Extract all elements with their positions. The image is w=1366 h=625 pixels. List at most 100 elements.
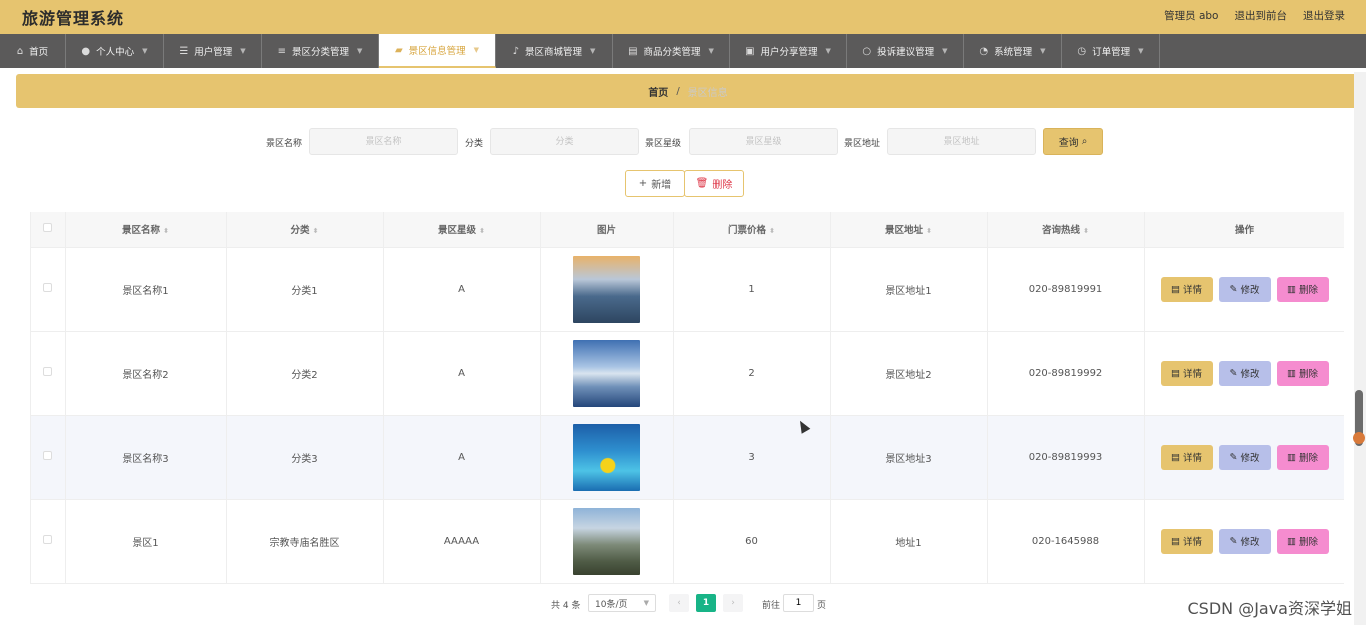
nav-user-share-label: 用户分享管理	[760, 47, 818, 58]
nav-user-manage[interactable]: ☰ 用户管理 ▼	[164, 34, 262, 68]
exit-to-front-link[interactable]: 退出到前台	[1235, 8, 1288, 23]
add-button[interactable]: + 新增	[625, 170, 685, 197]
edit-button[interactable]: ✎ 修改	[1218, 276, 1271, 302]
col-address[interactable]: 景区地址 ⬍	[830, 212, 988, 248]
delete-button-label: 删除	[1298, 285, 1318, 296]
nav-complaint[interactable]: ○ 投诉建议管理 ▼	[847, 34, 964, 68]
category-search-input[interactable]	[490, 128, 639, 155]
chevron-down-icon: ▼	[473, 46, 480, 54]
cell-actions: ▤ 详情 ✎ 修改 ▥ 删除	[1144, 499, 1344, 584]
scenic-thumbnail[interactable]	[573, 255, 640, 323]
row-checkbox[interactable]	[43, 535, 53, 544]
breadcrumb: 首页 / 景区信息	[16, 74, 1360, 108]
detail-button-label: 详情	[1182, 453, 1202, 464]
folder-icon: ▰	[394, 44, 403, 56]
scenic-thumbnail[interactable]	[573, 339, 640, 407]
col-phone[interactable]: 咨询热线 ⬍	[987, 212, 1145, 248]
chevron-down-icon: ▼	[1040, 47, 1046, 55]
prev-page-button[interactable]: ‹	[669, 594, 689, 612]
cell-name: 景区名称3	[65, 415, 227, 500]
edit-button[interactable]: ✎ 修改	[1218, 444, 1271, 470]
edit-button[interactable]: ✎ 修改	[1218, 528, 1271, 554]
query-button[interactable]: 查询 ⌕	[1043, 128, 1103, 155]
main-nav: ⌂ 首页 ● 个人中心 ▼ ☰ 用户管理 ▼ ≡ 景区分类管理 ▼ ▰ 景区信息…	[0, 34, 1366, 68]
nav-scenic-info[interactable]: ▰ 景区信息管理 ▼	[379, 34, 496, 68]
edit-button-label: 修改	[1240, 285, 1260, 296]
level-search-input[interactable]	[689, 128, 838, 155]
col-price[interactable]: 门票价格 ⬍	[673, 212, 831, 248]
table-row: 景区名称3 分类3 A 3 景区地址3 020-89819993 ▤ 详情 ✎ 修改…	[31, 415, 1344, 500]
cell-level: A	[383, 247, 541, 332]
edit-button-label: 修改	[1240, 453, 1260, 464]
row-checkbox[interactable]	[43, 283, 53, 292]
edit-button[interactable]: ✎ 修改	[1218, 360, 1271, 386]
logout-link[interactable]: 退出登录	[1303, 8, 1345, 23]
nav-goods-category-label: 商品分类管理	[643, 47, 701, 58]
breadcrumb-separator: /	[676, 85, 680, 97]
nav-home[interactable]: ⌂ 首页	[0, 34, 66, 68]
delete-button[interactable]: ▥ 删除	[1276, 360, 1329, 386]
delete-button[interactable]: ▥ 删除	[1276, 276, 1329, 302]
doc-icon: ▤	[1171, 451, 1180, 463]
scenic-thumbnail[interactable]	[573, 507, 640, 575]
row-checkbox[interactable]	[43, 367, 53, 376]
col-image-label: 图片	[596, 225, 616, 237]
doc-icon: ▤	[1171, 283, 1180, 295]
cell-phone: 020-89819991	[987, 247, 1145, 332]
nav-system[interactable]: ◔ 系统管理 ▼	[964, 34, 1062, 68]
detail-button[interactable]: ▤ 详情	[1160, 276, 1213, 302]
scrollbar-knob[interactable]	[1353, 432, 1365, 444]
goto-page-input[interactable]	[783, 594, 814, 612]
select-all-checkbox[interactable]	[43, 223, 53, 233]
col-level[interactable]: 景区星级 ⬍	[383, 212, 541, 248]
cell-phone: 020-1645988	[987, 499, 1145, 584]
briefcase-icon: ▣	[745, 45, 755, 57]
cell-price: 60	[673, 499, 831, 584]
nav-profile-label: 个人中心	[96, 47, 135, 58]
col-name-label: 景区名称	[122, 225, 161, 237]
nav-goods-category[interactable]: ▤ 商品分类管理 ▼	[613, 34, 730, 68]
nav-scenic-shop[interactable]: ♪ 景区商城管理 ▼	[496, 34, 613, 68]
col-category[interactable]: 分类 ⬍	[226, 212, 384, 248]
name-search-input[interactable]	[309, 128, 458, 155]
cell-address: 景区地址1	[830, 247, 988, 332]
nav-user-manage-label: 用户管理	[194, 47, 233, 58]
breadcrumb-home[interactable]: 首页	[648, 84, 668, 99]
cell-phone: 020-89819992	[987, 331, 1145, 416]
scenic-thumbnail[interactable]	[573, 423, 640, 491]
cell-image	[540, 331, 674, 416]
current-page-button[interactable]: 1	[696, 594, 716, 612]
circle-icon: ○	[862, 45, 872, 57]
row-checkbox[interactable]	[43, 451, 53, 460]
doc-icon: ▤	[1171, 535, 1180, 547]
trash-icon: ▥	[1287, 367, 1296, 379]
vertical-scrollbar[interactable]	[1354, 72, 1366, 625]
next-page-button[interactable]: ›	[723, 594, 743, 612]
delete-button[interactable]: ▥ 删除	[1276, 444, 1329, 470]
delete-button[interactable]: ▥ 删除	[1276, 528, 1329, 554]
delete-button-label: 删除	[1298, 537, 1318, 548]
cell-actions: ▤ 详情 ✎ 修改 ▥ 删除	[1144, 331, 1344, 416]
address-search-input[interactable]	[887, 128, 1036, 155]
edit-button-label: 修改	[1240, 537, 1260, 548]
table-row: 景区1 宗教寺庙名胜区 AAAAA 60 地址1 020-1645988 ▤ 详情…	[31, 499, 1344, 584]
total-count: 共 4 条	[551, 601, 581, 611]
nav-order[interactable]: ◷ 订单管理 ▼	[1062, 34, 1160, 68]
nav-order-label: 订单管理	[1092, 47, 1131, 58]
home-icon: ⌂	[16, 45, 24, 57]
detail-button[interactable]: ▤ 详情	[1160, 444, 1213, 470]
detail-button[interactable]: ▤ 详情	[1160, 528, 1213, 554]
cell-phone: 020-89819993	[987, 415, 1145, 500]
select-all-cell	[31, 212, 66, 248]
app-title: 旅游管理系统	[22, 9, 125, 28]
batch-delete-button[interactable]: 🗑 删除	[684, 170, 744, 197]
batch-delete-label: 删除	[712, 180, 733, 191]
nav-scenic-category[interactable]: ≡ 景区分类管理 ▼	[262, 34, 379, 68]
nav-user-share[interactable]: ▣ 用户分享管理 ▼	[730, 34, 847, 68]
cell-address: 景区地址3	[830, 415, 988, 500]
detail-button[interactable]: ▤ 详情	[1160, 360, 1213, 386]
col-name[interactable]: 景区名称 ⬍	[65, 212, 227, 248]
page-size-select[interactable]: 10条/页 ▼	[588, 594, 656, 612]
chevron-down-icon: ▼	[142, 47, 148, 55]
nav-profile[interactable]: ● 个人中心 ▼	[66, 34, 164, 68]
